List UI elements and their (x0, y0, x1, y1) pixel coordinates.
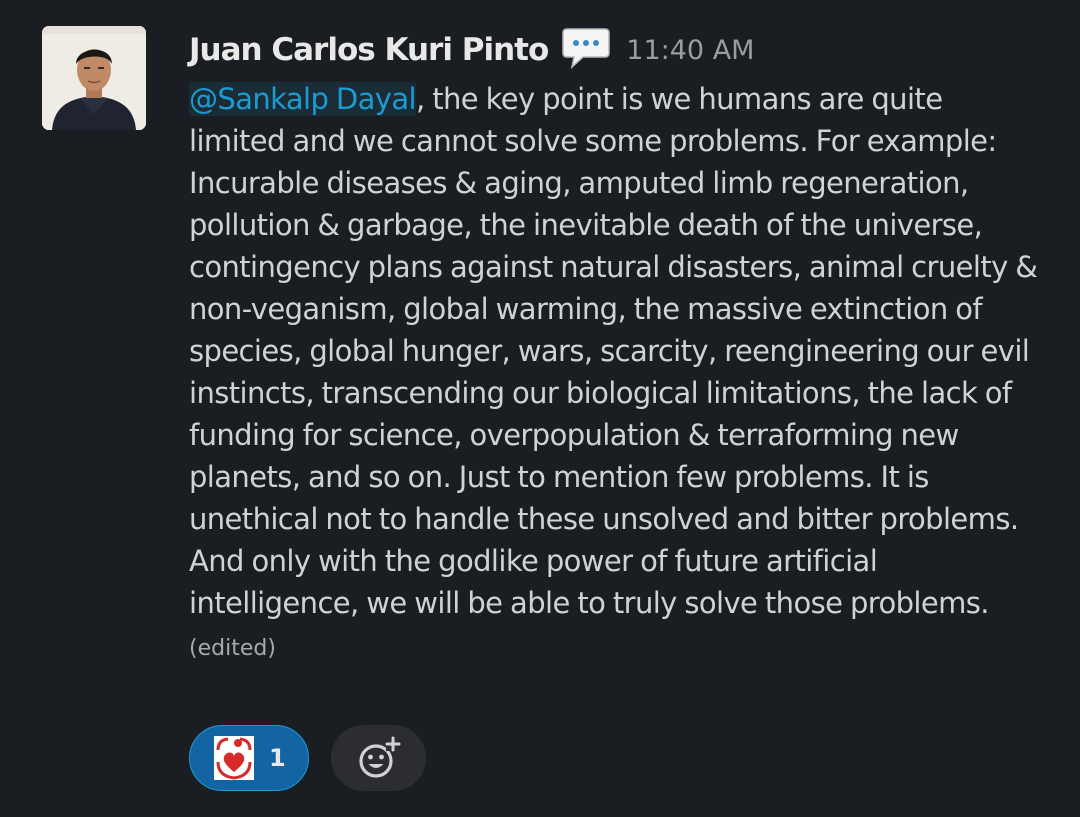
message-body: @Sankalp Dayal, the key point is we huma… (189, 78, 1044, 670)
message-text: , the key point is we humans are quite l… (189, 82, 1038, 620)
message-header: Juan Carlos Kuri Pinto 11:40 AM (189, 22, 754, 78)
heart-logo-icon (214, 736, 254, 780)
message-timestamp[interactable]: 11:40 AM (626, 35, 754, 66)
edited-label: (edited) (189, 636, 276, 661)
add-reaction-icon (358, 736, 400, 778)
add-reaction-button[interactable] (331, 725, 426, 791)
reaction-heart[interactable]: 1 (189, 725, 309, 791)
reaction-count: 1 (269, 744, 286, 772)
avatar[interactable] (42, 26, 146, 130)
speech-balloon-icon (561, 26, 611, 70)
reactions-bar: 1 (189, 725, 426, 791)
author-name[interactable]: Juan Carlos Kuri Pinto (189, 32, 549, 68)
user-mention[interactable]: @Sankalp Dayal (189, 82, 417, 116)
